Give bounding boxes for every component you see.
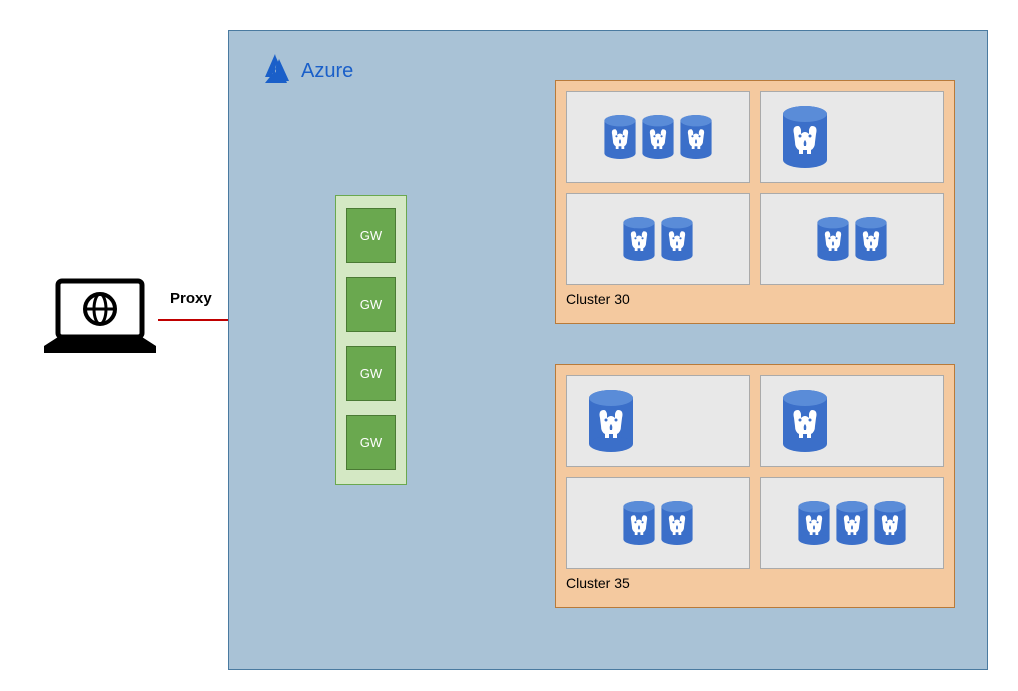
cluster-30-cell-2 — [566, 193, 750, 285]
database-icon — [660, 499, 694, 547]
azure-logo-icon — [257, 51, 293, 92]
database-icon — [797, 499, 831, 547]
database-icon — [622, 215, 656, 263]
database-icon — [641, 113, 675, 161]
azure-label: Azure — [301, 60, 353, 83]
cluster-35-cell-3 — [760, 477, 944, 569]
database-icon — [660, 215, 694, 263]
database-icon — [835, 499, 869, 547]
database-icon — [622, 499, 656, 547]
cluster-35-cell-2 — [566, 477, 750, 569]
database-icon — [587, 388, 635, 454]
gateway-node-3: GW — [346, 346, 396, 401]
azure-header: Azure — [257, 51, 353, 92]
gateway-node-1: GW — [346, 208, 396, 263]
database-icon — [781, 104, 829, 170]
gateway-node-4: GW — [346, 415, 396, 470]
database-icon — [679, 113, 713, 161]
cluster-35-label: Cluster 35 — [566, 569, 944, 591]
cluster-30-cell-3 — [760, 193, 944, 285]
database-icon — [816, 215, 850, 263]
cluster-35: Cluster 35 — [555, 364, 955, 608]
gateway-container: GW GW GW GW — [335, 195, 407, 485]
database-icon — [873, 499, 907, 547]
database-icon — [603, 113, 637, 161]
cluster-30-grid — [566, 91, 944, 285]
gateway-node-2: GW — [346, 277, 396, 332]
client-laptop-icon — [40, 275, 160, 360]
cluster-30-cell-0 — [566, 91, 750, 183]
cluster-30-label: Cluster 30 — [566, 285, 944, 307]
cluster-35-cell-1 — [760, 375, 944, 467]
proxy-label: Proxy — [170, 290, 212, 307]
cluster-35-cell-0 — [566, 375, 750, 467]
database-icon — [781, 388, 829, 454]
database-icon — [854, 215, 888, 263]
cluster-30-cell-1 — [760, 91, 944, 183]
cluster-35-grid — [566, 375, 944, 569]
diagram-canvas: Proxy Azure GW GW GW GW — [0, 0, 1018, 691]
cluster-30: Cluster 30 — [555, 80, 955, 324]
